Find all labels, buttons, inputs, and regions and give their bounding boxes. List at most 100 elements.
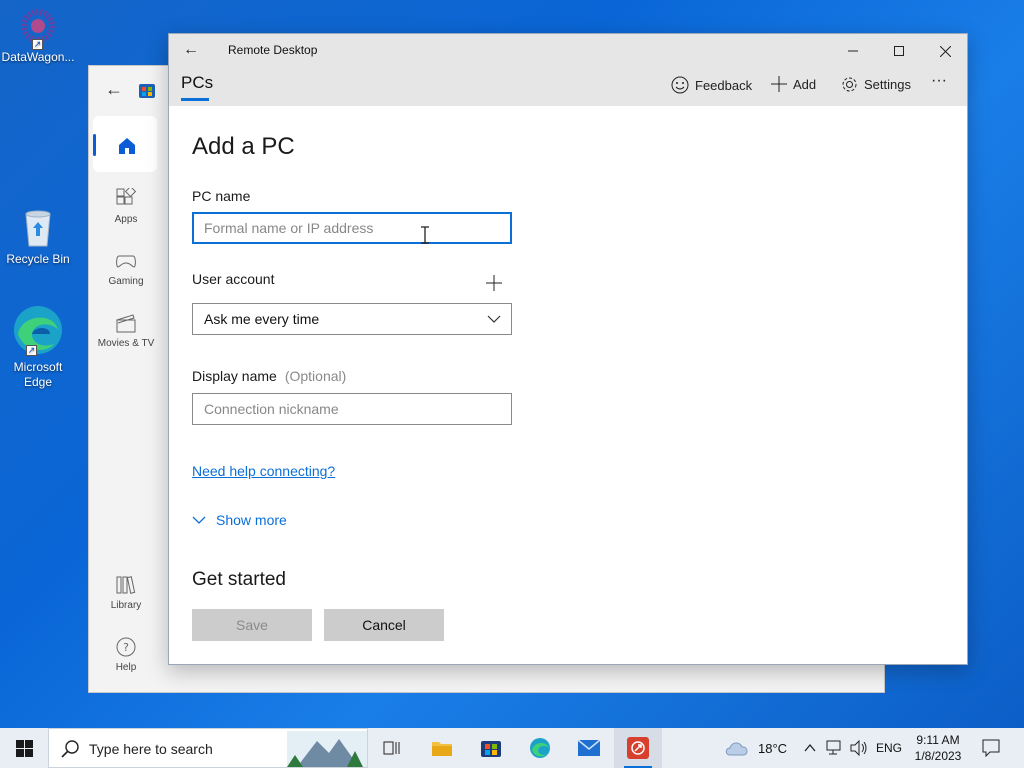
- save-button[interactable]: Save: [192, 609, 312, 641]
- weather-temperature[interactable]: 18°C: [758, 741, 787, 756]
- task-view-icon: [383, 741, 400, 755]
- mail-taskbar-button[interactable]: [565, 728, 613, 768]
- desktop-icon-recycle-bin[interactable]: Recycle Bin: [0, 206, 76, 267]
- more-options-button[interactable]: ···: [931, 72, 947, 90]
- sidebar-item-apps[interactable]: Apps: [93, 188, 159, 225]
- text-cursor-icon: [421, 226, 429, 244]
- edge-icon: [530, 738, 550, 758]
- back-arrow-icon[interactable]: ←: [105, 80, 123, 98]
- window-title: Remote Desktop: [228, 43, 318, 57]
- chevron-down-icon: [192, 516, 206, 524]
- taskbar-clock[interactable]: 9:11 AM 1/8/2023: [905, 732, 971, 764]
- clapperboard-icon: [116, 314, 136, 333]
- start-button[interactable]: [0, 728, 48, 768]
- display-name-input[interactable]: [193, 394, 511, 424]
- plus-icon: [486, 275, 502, 291]
- home-icon: [119, 138, 135, 154]
- desktop-icon-edge[interactable]: ↗ Microsoft Edge: [0, 304, 76, 390]
- store-titlebar: ←: [89, 66, 169, 114]
- gamepad-icon: [116, 255, 136, 268]
- close-button[interactable]: [922, 34, 968, 66]
- sidebar-item-library[interactable]: Library: [93, 574, 159, 611]
- windows-logo-icon: [16, 740, 33, 757]
- sidebar-item-movies[interactable]: Movies & TV: [93, 312, 159, 349]
- desktop-icon-datawagon[interactable]: ↗ DataWagon...: [0, 6, 76, 65]
- cancel-button[interactable]: Cancel: [324, 609, 444, 641]
- remote-desktop-window: ← Remote Desktop PCs Feedback Add Settin…: [168, 33, 968, 665]
- mail-icon: [577, 739, 601, 756]
- svg-text:?: ?: [123, 641, 129, 654]
- minimize-icon: [848, 50, 858, 52]
- add-account-button[interactable]: [486, 274, 502, 294]
- desktop-icon-label: Recycle Bin: [6, 252, 70, 266]
- store-taskbar-button[interactable]: [467, 728, 515, 768]
- feedback-label: Feedback: [695, 77, 753, 93]
- display-name-field[interactable]: [192, 393, 512, 425]
- remote-desktop-taskbar-button[interactable]: [614, 728, 662, 768]
- help-connecting-link[interactable]: Need help connecting?: [192, 463, 335, 479]
- chevron-up-icon[interactable]: [804, 742, 816, 754]
- user-account-select[interactable]: Ask me every time: [192, 303, 512, 335]
- store-logo-icon: [139, 82, 155, 98]
- command-bar: PCs Feedback Add Settings ···: [169, 66, 967, 106]
- apps-icon: [116, 188, 137, 205]
- cloud-icon: [725, 742, 748, 756]
- sidebar-item-label: Help: [115, 662, 137, 673]
- notification-icon[interactable]: [982, 739, 1000, 757]
- page-title: Add a PC: [192, 133, 295, 160]
- sidebar-item-label: Apps: [114, 214, 138, 225]
- user-account-value: Ask me every time: [204, 311, 320, 327]
- plus-icon: [771, 76, 787, 92]
- remote-desktop-icon: [627, 737, 649, 759]
- gear-icon: [842, 77, 857, 92]
- desktop-icon-label: Microsoft Edge: [13, 360, 63, 389]
- more-label: ···: [931, 72, 947, 89]
- sidebar-item-label: Library: [110, 600, 142, 611]
- edge-icon: ↗: [12, 304, 64, 356]
- add-pc-form: Add a PC PC name User account Ask me eve…: [169, 106, 967, 664]
- pc-name-field[interactable]: [192, 212, 512, 244]
- volume-icon[interactable]: [850, 740, 868, 756]
- maximize-button[interactable]: [876, 34, 922, 66]
- clock-date: 1/8/2023: [914, 749, 962, 763]
- shortcut-arrow-icon: ↗: [32, 39, 43, 50]
- search-placeholder: Type here to search: [89, 741, 213, 757]
- optional-hint: (Optional): [284, 368, 347, 384]
- store-logo-icon: [481, 741, 501, 757]
- sidebar-item-gaming[interactable]: Gaming: [93, 250, 159, 287]
- task-view-button[interactable]: [368, 728, 416, 768]
- taskbar-search[interactable]: Type here to search: [48, 728, 368, 768]
- settings-button[interactable]: Settings: [841, 76, 911, 93]
- back-arrow-icon[interactable]: ←: [183, 41, 199, 59]
- display-name-label-text: Display name: [192, 368, 277, 384]
- sidebar-item-label: Gaming: [108, 276, 144, 287]
- tab-pcs[interactable]: PCs: [181, 73, 213, 93]
- title-bar: ← Remote Desktop: [169, 34, 967, 66]
- recycle-bin-icon: [18, 206, 58, 248]
- smiley-icon: [671, 76, 689, 94]
- library-icon: [116, 576, 136, 594]
- file-explorer-button[interactable]: [418, 728, 466, 768]
- show-more-toggle[interactable]: Show more: [192, 512, 287, 528]
- network-icon[interactable]: [826, 740, 844, 756]
- store-sidebar: Apps Gaming Movies & TV Library ? Help: [89, 114, 163, 694]
- show-more-label: Show more: [216, 512, 287, 528]
- selection-indicator: [93, 134, 96, 156]
- close-icon: [939, 45, 951, 58]
- datawagon-icon: ↗: [18, 6, 58, 50]
- minimize-button[interactable]: [830, 34, 876, 66]
- sidebar-item-help[interactable]: ? Help: [93, 636, 159, 673]
- folder-icon: [432, 742, 452, 756]
- add-label: Add: [793, 76, 817, 92]
- search-icon: [61, 740, 79, 758]
- edge-taskbar-button[interactable]: [516, 728, 564, 768]
- feedback-button[interactable]: Feedback: [671, 76, 752, 94]
- help-icon: ?: [116, 637, 136, 657]
- pc-name-input[interactable]: [194, 214, 510, 242]
- maximize-icon: [894, 46, 904, 57]
- section-heading: Get started: [192, 569, 286, 590]
- input-language[interactable]: ENG: [876, 741, 902, 755]
- add-button[interactable]: Add: [771, 76, 816, 92]
- sidebar-item-home[interactable]: [93, 116, 157, 172]
- shortcut-arrow-icon: ↗: [26, 345, 37, 356]
